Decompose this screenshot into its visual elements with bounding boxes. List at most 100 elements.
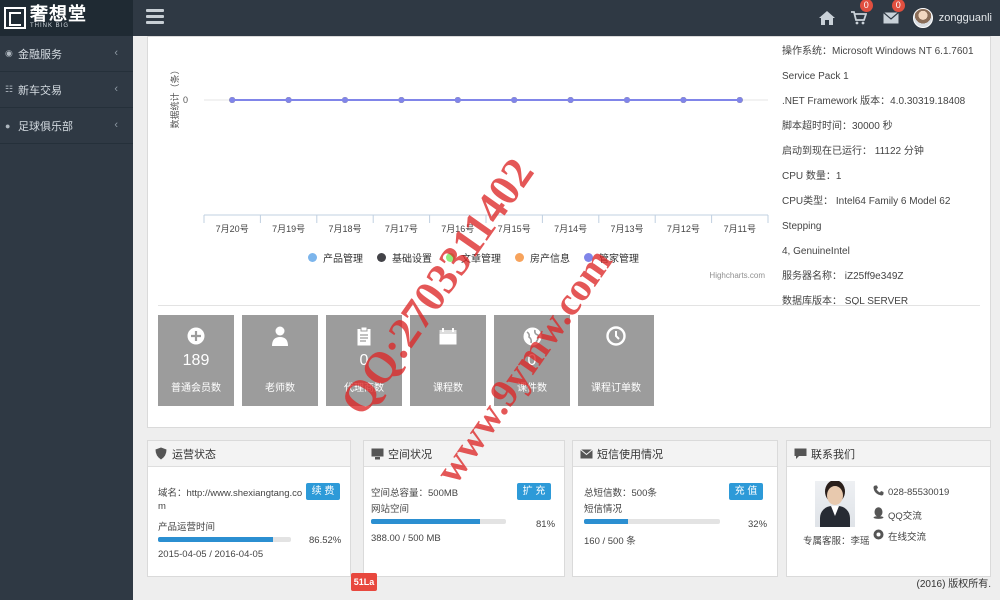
series-point bbox=[342, 97, 348, 103]
legend-marker bbox=[515, 253, 524, 262]
tile-teachers[interactable]: 老师数 bbox=[242, 315, 318, 406]
tile-agents[interactable]: 0 代理商数 bbox=[326, 315, 402, 406]
legend-item[interactable]: 产品管理 bbox=[308, 250, 363, 265]
tile-course-orders[interactable]: 课程订单数 bbox=[578, 315, 654, 406]
chevron-left-icon: ‹ bbox=[114, 83, 118, 95]
logo[interactable]: 奢想堂 THINK BIG bbox=[0, 0, 133, 36]
renew-button[interactable]: 续 费 bbox=[306, 483, 340, 500]
sysinfo-line: 操作系统：Microsoft Windows NT 6.1.7601 bbox=[782, 46, 974, 57]
chevron-left-icon: ‹ bbox=[114, 47, 118, 59]
series-point bbox=[736, 97, 743, 103]
sidebar-item-car-trade[interactable]: ☷ 新车交易 ‹ bbox=[0, 72, 133, 108]
operation-percent: 86.52% bbox=[309, 535, 342, 546]
top-bar: 奢想堂 THINK BIG 0 0 zongguanli bbox=[0, 0, 1000, 36]
sysinfo-line: CPU 数量：1 bbox=[782, 171, 842, 182]
sysinfo-line: Service Pack 1 bbox=[782, 71, 849, 82]
user-icon: ● bbox=[5, 120, 11, 131]
sidebar: ◉ 金融服务 ‹ ☷ 新车交易 ‹ ● 足球俱乐部 ‹ bbox=[0, 36, 133, 600]
computer-icon bbox=[370, 448, 384, 460]
tile-value: 0 bbox=[527, 352, 537, 369]
system-info: 操作系统：Microsoft Windows NT 6.1.7601 Servi… bbox=[782, 39, 988, 314]
calendar-icon bbox=[410, 325, 486, 347]
tile-courses[interactable]: 课程数 bbox=[410, 315, 486, 406]
tile-label: 代理商数 bbox=[344, 383, 384, 394]
tile-value: 189 bbox=[182, 352, 210, 369]
contact-online[interactable]: 在线交流 bbox=[873, 529, 926, 543]
legend-marker bbox=[446, 253, 455, 262]
legend-item[interactable]: 管家管理 bbox=[584, 250, 639, 265]
home-icon[interactable] bbox=[815, 6, 839, 30]
x-tick-label: 7月13号 bbox=[610, 224, 643, 234]
x-tick-label: 7月17号 bbox=[385, 224, 418, 234]
panel-title: 空间状况 bbox=[388, 448, 432, 461]
x-tick-label: 7月18号 bbox=[328, 224, 361, 234]
sidebar-item-football-club[interactable]: ● 足球俱乐部 ‹ bbox=[0, 108, 133, 144]
sidebar-item-finance[interactable]: ◉ 金融服务 ‹ bbox=[0, 36, 133, 72]
tile-label: 老师数 bbox=[265, 383, 295, 394]
tile-coursewares[interactable]: 0 课件数 bbox=[494, 315, 570, 406]
sidebar-item-label: 金融服务 bbox=[18, 48, 62, 61]
tile-label: 课程订单数 bbox=[591, 383, 641, 394]
sms-progress-fill bbox=[584, 519, 628, 524]
series-point bbox=[511, 97, 518, 103]
contact-qq[interactable]: QQ交流 bbox=[873, 507, 922, 522]
plus-circle-icon bbox=[158, 325, 234, 347]
sms-total: 总短信数：500条 bbox=[584, 488, 657, 499]
online-chat-icon bbox=[873, 529, 884, 543]
x-tick-label: 7月15号 bbox=[498, 224, 531, 234]
operation-status-panel: 运营状态 域名：http://www.shexiangtang.co m 续 费… bbox=[147, 440, 351, 577]
chart-credit[interactable]: Highcharts.com bbox=[709, 271, 765, 280]
legend-item[interactable]: 房产信息 bbox=[515, 250, 570, 265]
copyright: (2016) 版权所有. bbox=[916, 579, 991, 590]
legend-item[interactable]: 基础设置 bbox=[377, 250, 432, 265]
envelope-icon bbox=[579, 448, 593, 460]
sysinfo-line: CPU类型： Intel64 Family 6 Model 62 Steppin… bbox=[782, 196, 951, 232]
y-axis-title: 数据统计（条） bbox=[169, 65, 180, 128]
domain-text-wrap: m bbox=[158, 501, 166, 512]
sysinfo-line: 脚本超时时间：30000 秒 bbox=[782, 121, 893, 132]
phone-icon bbox=[873, 485, 884, 499]
grid-icon: ☷ bbox=[5, 84, 14, 94]
legend-marker bbox=[584, 253, 593, 262]
statistics-tag[interactable]: 51La bbox=[351, 573, 377, 591]
stat-tiles: 189 普通会员数 老师数 0 代理商数 课程数 0 课件数 课程订单数 bbox=[158, 315, 662, 406]
contact-phone[interactable]: 028-85530019 bbox=[873, 485, 949, 499]
space-status-panel: 空间状况 空间总容量：500MB 扩 充 网站空间 81% 388.00 / 5… bbox=[363, 440, 565, 577]
tile-label: 普通会员数 bbox=[171, 383, 221, 394]
x-tick-label: 7月16号 bbox=[441, 224, 474, 234]
avatar[interactable] bbox=[912, 8, 933, 28]
legend-label: 房产信息 bbox=[530, 254, 570, 265]
chat-icon bbox=[793, 448, 807, 460]
space-progress-bar bbox=[371, 519, 506, 524]
mail-badge: 0 bbox=[891, 0, 905, 12]
logo-mark-icon bbox=[4, 7, 26, 29]
legend-item[interactable]: 文章管理 bbox=[446, 250, 501, 265]
x-tick-label: 7月11号 bbox=[724, 224, 756, 234]
customer-service-photo bbox=[815, 481, 855, 527]
person-icon bbox=[242, 325, 318, 347]
recharge-button[interactable]: 充 值 bbox=[729, 483, 763, 500]
statistics-chart: 数据统计（条） 0 7月20号 7月19号 7月18号 7月17号 7月16号 7月15号 7月… bbox=[158, 37, 773, 287]
sms-label: 短信情况 bbox=[584, 504, 623, 515]
mail-icon[interactable]: 0 bbox=[879, 0, 905, 30]
sms-usage: 160 / 500 条 bbox=[584, 536, 636, 547]
space-progress-fill bbox=[371, 519, 481, 524]
divider bbox=[158, 305, 980, 306]
sysinfo-line: .NET Framework 版本：4.0.30319.18408 bbox=[782, 96, 966, 107]
domain-text: 域名：http://www.shexiangtang.co bbox=[158, 488, 303, 499]
phone-number: 028-85530019 bbox=[888, 486, 950, 498]
x-tick-label: 7月12号 bbox=[667, 224, 700, 234]
sysinfo-line: 数据库版本： SQL SERVER bbox=[782, 296, 909, 307]
online-label: 在线交流 bbox=[888, 532, 927, 543]
series-point bbox=[454, 97, 461, 103]
menu-toggle-icon[interactable] bbox=[146, 9, 164, 25]
tile-members[interactable]: 189 普通会员数 bbox=[158, 315, 234, 406]
panel-title: 运营状态 bbox=[172, 448, 216, 461]
legend-label: 管家管理 bbox=[599, 254, 639, 265]
username[interactable]: zongguanli bbox=[939, 12, 992, 24]
cart-icon[interactable]: 0 bbox=[847, 0, 873, 30]
panel-title: 联系我们 bbox=[811, 448, 855, 461]
legend-marker bbox=[308, 253, 317, 262]
expand-button[interactable]: 扩 充 bbox=[517, 483, 551, 500]
qq-icon bbox=[873, 507, 884, 522]
